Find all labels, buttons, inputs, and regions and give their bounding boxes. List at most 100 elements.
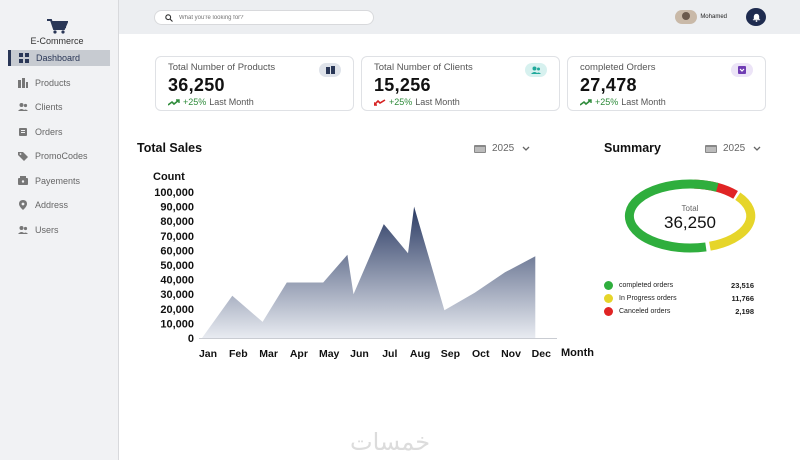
- trend-down-icon: [374, 98, 386, 106]
- x-tick-label: Jun: [350, 348, 369, 360]
- sidebar-item-payements[interactable]: Payements: [8, 173, 110, 189]
- y-tick-label: 100,000: [154, 187, 194, 199]
- legend-item: completed orders 23,516: [604, 279, 754, 292]
- users-icon: [525, 63, 547, 77]
- products-icon: [319, 63, 341, 77]
- change-period: Last Month: [621, 97, 666, 107]
- search-box[interactable]: [154, 10, 374, 25]
- sidebar-item-promocodes[interactable]: PromoCodes: [8, 148, 110, 164]
- x-tick-label: Oct: [472, 348, 490, 360]
- wallet-icon: [18, 175, 28, 186]
- stat-card-orders: completed Orders 27,478 +25% Last Month: [567, 56, 766, 111]
- change-value: +25%: [183, 97, 207, 107]
- tag-icon: [18, 151, 28, 161]
- sidebar-item-label: Users: [35, 224, 59, 235]
- x-tick-label: Jul: [382, 348, 397, 360]
- sidebar-item-label: Orders: [35, 126, 63, 137]
- card-value: 36,250: [168, 75, 225, 95]
- trend-up-icon: [168, 98, 180, 106]
- summary-year-select[interactable]: 2025: [705, 143, 761, 154]
- donut-total-value: 36,250: [664, 213, 716, 232]
- search-input[interactable]: [179, 14, 349, 21]
- legend-value: 11,766: [731, 294, 754, 303]
- y-tick-label: 10,000: [160, 318, 194, 330]
- summary-legend: completed orders 23,516 In Progress orde…: [604, 279, 754, 318]
- card-change: +25% Last Month: [374, 97, 460, 107]
- sidebar-item-label: Products: [35, 77, 71, 88]
- card-value: 27,478: [580, 75, 637, 95]
- y-tick-label: 30,000: [160, 289, 194, 301]
- x-tick-label: Jan: [199, 348, 217, 360]
- donut-total-label: Total: [682, 204, 699, 213]
- card-title: Total Number of Clients: [374, 62, 473, 73]
- summary-donut-chart: Total 36,250: [624, 179, 756, 253]
- donut-slice: [709, 192, 756, 251]
- orders-icon: [18, 127, 28, 137]
- logo[interactable]: E-Commerce: [22, 18, 92, 46]
- x-tick-label: Nov: [501, 348, 521, 360]
- legend-value: 23,516: [731, 281, 754, 290]
- sales-area-chart: Count Month 0 10,000 20,000 30,000 40,000 50,…: [153, 171, 594, 360]
- trend-up-icon: [580, 98, 592, 106]
- x-tick-label: Sep: [441, 348, 460, 360]
- sidebar-item-users[interactable]: Users: [8, 222, 110, 238]
- stat-card-products: Total Number of Products 36,250 +25% Las…: [155, 56, 354, 111]
- sidebar-item-dashboard[interactable]: Dashboard: [8, 50, 110, 66]
- change-value: +25%: [595, 97, 619, 107]
- legend-label: completed orders: [619, 282, 674, 289]
- user-profile[interactable]: Mohamed: [675, 10, 727, 24]
- x-tick-label: Mar: [259, 348, 278, 360]
- y-tick-label: 50,000: [160, 260, 194, 272]
- cart-icon: [47, 19, 68, 34]
- x-tick-label: Apr: [290, 348, 308, 360]
- y-tick-label: 80,000: [160, 216, 194, 228]
- sidebar-item-clients[interactable]: Clients: [8, 99, 110, 115]
- sidebar-item-address[interactable]: Address: [8, 197, 110, 213]
- legend-dot: [604, 307, 613, 316]
- chevron-down-icon: [522, 146, 530, 151]
- legend-label: In Progress orders: [619, 295, 677, 302]
- y-tick-label: 90,000: [160, 202, 194, 214]
- legend-label: Canceled orders: [619, 308, 671, 315]
- sidebar-item-label: Address: [35, 200, 69, 210]
- sidebar-item-products[interactable]: Products: [8, 75, 110, 91]
- watermark: خمسات: [350, 428, 431, 456]
- y-tick-label: 60,000: [160, 245, 194, 257]
- calendar-icon: [705, 145, 717, 153]
- grid-icon: [19, 53, 29, 63]
- logo-text: E-Commerce: [30, 36, 84, 46]
- legend-item: Canceled orders 2,198: [604, 305, 754, 318]
- location-icon: [18, 200, 28, 210]
- sidebar-item-label: Clients: [35, 102, 63, 112]
- users-icon: [18, 102, 28, 112]
- y-axis-label: Count: [153, 171, 185, 183]
- sidebar-nav: Dashboard Products Clients Orders PromoC…: [8, 50, 110, 246]
- change-period: Last Month: [415, 97, 460, 107]
- user-name: Mohamed: [700, 14, 727, 20]
- year-value: 2025: [723, 143, 746, 154]
- users-icon: [18, 225, 28, 235]
- sales-year-select[interactable]: 2025: [474, 143, 530, 154]
- legend-dot: [604, 294, 613, 303]
- legend-item: In Progress orders 11,766: [604, 292, 754, 305]
- sidebar-item-label: PromoCodes: [35, 151, 88, 161]
- notifications-button[interactable]: [746, 8, 766, 26]
- top-bar: Mohamed: [119, 0, 800, 34]
- avatar[interactable]: [675, 10, 698, 24]
- card-title: Total Number of Products: [168, 62, 276, 73]
- y-tick-label: 0: [188, 333, 194, 345]
- products-icon: [18, 77, 28, 88]
- y-tick-label: 70,000: [160, 231, 194, 243]
- orders-icon: [731, 63, 753, 77]
- x-tick-label: Feb: [229, 348, 248, 360]
- card-title: completed Orders: [580, 62, 656, 73]
- total-sales-title: Total Sales: [137, 141, 203, 155]
- sidebar-item-orders[interactable]: Orders: [8, 124, 110, 140]
- bell-icon: [752, 13, 760, 22]
- change-period: Last Month: [209, 97, 254, 107]
- calendar-icon: [474, 145, 486, 153]
- x-tick-label: Aug: [410, 348, 430, 360]
- search-icon: [165, 13, 173, 22]
- x-tick-label: Dec: [532, 348, 551, 360]
- change-value: +25%: [389, 97, 413, 107]
